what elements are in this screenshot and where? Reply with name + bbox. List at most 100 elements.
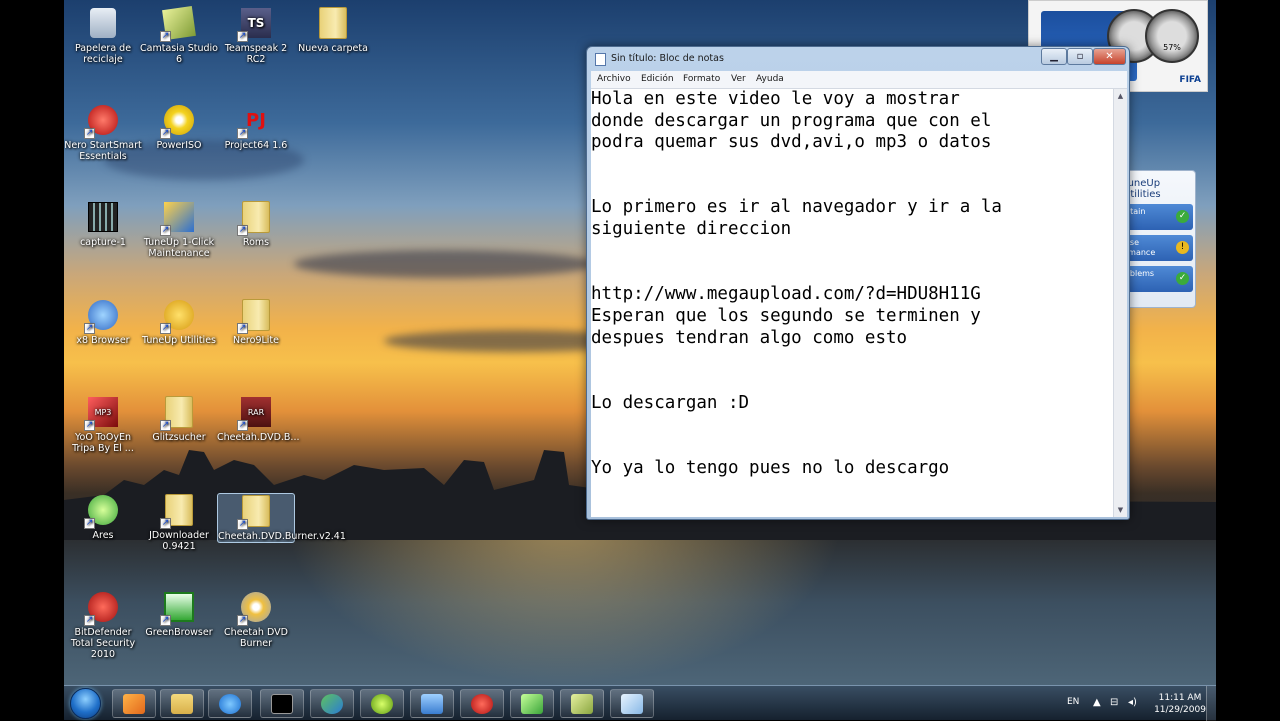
desktop-icon[interactable]: ↗ BitDefender Total Security 2010 [64,590,142,660]
shortcut-arrow-icon: ↗ [160,518,171,529]
desktop-icon-label: Ares [92,530,114,541]
menu-archivo[interactable]: Archivo [597,74,631,84]
scroll-down-icon[interactable]: ▼ [1114,503,1127,517]
language-indicator[interactable]: EN [1067,697,1079,707]
show-hidden-icons-icon[interactable]: ▲ [1093,697,1101,708]
taskbar-explorer[interactable] [160,689,204,718]
notepad-text-line [591,241,1101,263]
desktop-icon-label: Glitzsucher [152,432,206,443]
desktop-icon[interactable]: ↗ Cheetah DVD Burner [217,590,295,649]
video-file-icon [86,200,120,234]
internet-explorer-icon [219,693,241,714]
vertical-scrollbar[interactable]: ▲ ▼ [1113,89,1127,517]
desktop-icon[interactable]: ↗ x8 Browser [64,298,142,346]
desktop-icon[interactable]: ↗ TuneUp Utilities [140,298,218,346]
desktop-icon[interactable]: ↗ GreenBrowser [140,590,218,638]
icon-shape [88,202,118,232]
notepad-titlebar[interactable]: Sin título: Bloc de notas ▁ ▫ ✕ [587,47,1129,71]
desktop-icon-label: Papelera de reciclaje [74,43,132,65]
shortcut-arrow-icon: ↗ [160,615,171,626]
close-button[interactable]: ✕ [1093,48,1126,65]
ares-icon: ↗ [84,493,120,529]
desktop-icon[interactable]: MP3 ↗ YoO ToOyEn Tripa By El ... [64,395,142,454]
desktop-icon[interactable]: PJ ↗ Project64 1.6 [217,103,295,151]
menu-edicion[interactable]: Edición [641,74,674,84]
network-icon[interactable]: ⊟ [1110,697,1118,708]
command-prompt-icon [271,693,293,714]
start-button[interactable] [70,688,101,719]
desktop-icon[interactable]: ↗ PowerISO [140,103,218,151]
messenger-icon [321,693,343,714]
notepad-text-line [591,263,1101,285]
notepad-menubar: Archivo Edición Formato Ver Ayuda [591,71,1127,89]
taskbar-media-player[interactable] [112,689,156,718]
desktop-icon-label: Nueva carpeta [298,43,368,54]
mp3-icon: MP3 ↗ [84,395,120,431]
taskbar-cmd[interactable] [260,689,304,718]
menu-formato[interactable]: Formato [683,74,720,84]
desktop-icon[interactable]: capture-1 [64,200,142,248]
folder-icon: ↗ [160,493,196,529]
desktop-icon[interactable]: Papelera de reciclaje [64,6,142,65]
letterbox-left [0,0,64,720]
tuneup-item-problems[interactable]: oblems ✓ [1121,266,1193,292]
taskbar-notepad[interactable] [610,689,654,718]
menu-ayuda[interactable]: Ayuda [756,74,784,84]
notepad-text: Hola en este video le voy a mostrar donde… [591,89,1101,479]
desktop-icon[interactable]: ↗ Nero StartSmart Essentials [64,103,142,162]
check-icon: ✓ [1176,272,1189,285]
desktop-icon[interactable]: Nueva carpeta [294,6,372,54]
desktop-icon[interactable]: RAR ↗ Cheetah.DVD.B... [217,395,300,443]
menu-ver[interactable]: Ver [731,74,746,84]
greenbrowser-icon: ↗ [160,590,196,626]
camtasia-icon [571,693,593,714]
taskbar-control-panel[interactable] [410,689,454,718]
taskbar-internet-explorer[interactable] [208,689,252,718]
tuneup-item-performance[interactable]: ase rmance ! [1121,235,1193,261]
control-panel-icon [421,693,443,714]
show-desktop-button[interactable] [1206,686,1216,721]
shortcut-arrow-icon: ↗ [84,323,95,334]
desktop-icon[interactable]: TS ↗ Teamspeak 2 RC2 [217,6,295,65]
desktop-icon[interactable]: ↗ Cheetah.DVD.Burner.v2.41 [217,493,346,543]
taskbar-bitdefender[interactable] [460,689,504,718]
tuneup-item-maintenance[interactable]: ntain n ✓ [1121,204,1193,230]
poweriso-icon: ↗ [160,103,196,139]
desktop-icon[interactable]: ↗ Roms [217,200,295,248]
notepad-text-line [591,349,1101,371]
desktop-icon-label: YoO ToOyEn Tripa By El ... [72,432,134,454]
desktop-icon[interactable]: ↗ Camtasia Studio 6 [140,6,218,65]
desktop-icon[interactable]: ↗ TuneUp 1-Click Maintenance [140,200,218,259]
desktop-icon[interactable]: ↗ Nero9Lite [217,298,295,346]
taskbar-clock[interactable]: 11:11 AM 11/29/2009 [1150,692,1210,716]
desktop-icon-label: Cheetah.DVD.Burner.v2.41 [218,531,346,542]
clock-date: 11/29/2009 [1154,705,1206,715]
bitdefender-icon: ↗ [84,590,120,626]
minimize-button[interactable]: ▁ [1041,48,1067,65]
folder-icon [171,693,193,714]
maximize-button[interactable]: ▫ [1067,48,1093,65]
desktop-icon[interactable]: ↗ Glitzsucher [140,395,218,443]
scroll-up-icon[interactable]: ▲ [1114,89,1127,103]
desktop-icon-label: Nero9Lite [232,335,279,346]
taskbar-messenger[interactable] [310,689,354,718]
folder-shape [319,7,347,39]
cheetah-dvd-icon: ↗ [237,590,273,626]
letterbox-right [1216,0,1280,720]
media-player-icon [123,693,145,714]
desktop-icon-label: BitDefender Total Security 2010 [70,627,136,660]
taskbar: EN ▲ ⊟ ◂) 11:11 AM 11/29/2009 [64,685,1216,721]
warning-icon: ! [1176,241,1189,254]
volume-icon[interactable]: ◂) [1128,697,1137,708]
taskbar-ares[interactable] [510,689,554,718]
recycle-bin-icon [86,6,120,40]
taskbar-maxthon[interactable] [360,689,404,718]
taskbar-camtasia[interactable] [560,689,604,718]
folder-icon: ↗ [237,298,273,334]
desktop-icon[interactable]: ↗ Ares [64,493,142,541]
rar-icon: RAR ↗ [237,395,273,431]
notepad-window[interactable]: Sin título: Bloc de notas ▁ ▫ ✕ Archivo … [586,46,1130,520]
folder-icon: ↗ [237,494,273,530]
notepad-app-icon[interactable] [595,53,606,66]
desktop-icon[interactable]: ↗ JDownloader 0.9421 [140,493,218,552]
